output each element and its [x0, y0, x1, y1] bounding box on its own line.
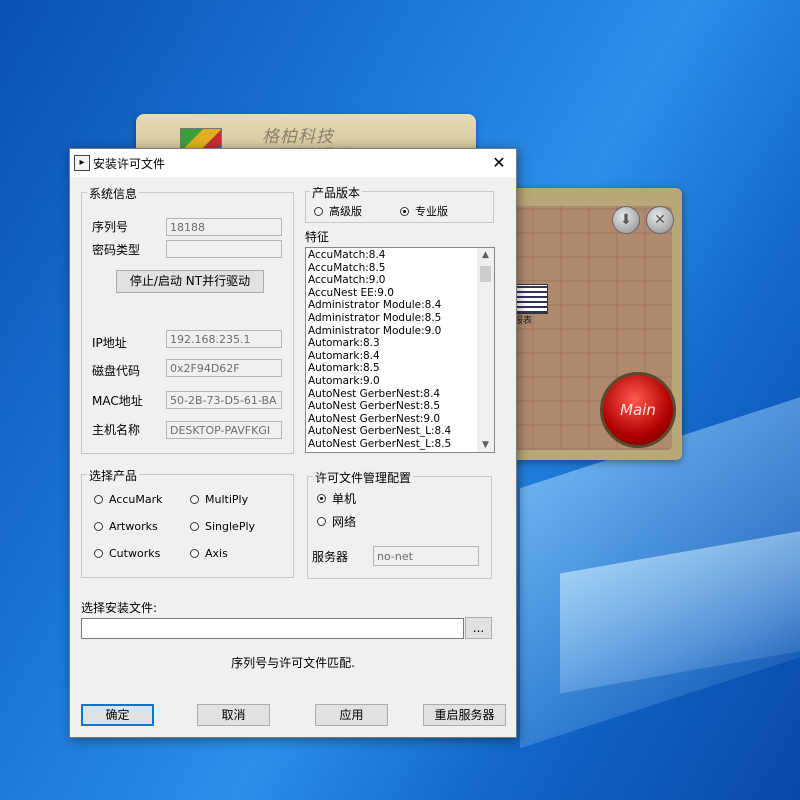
- radio-dot: [317, 517, 326, 526]
- product-artworks-radio[interactable]: Artworks: [94, 520, 158, 533]
- feature-list-item[interactable]: Administrator Module:8.5: [308, 312, 494, 325]
- feature-list-item[interactable]: AutoNest GerberNest:9.0: [308, 413, 494, 426]
- radio-dot-selected: [400, 206, 409, 216]
- ip-field: 192.168.235.1: [166, 330, 282, 348]
- feature-list-item[interactable]: Automark:8.3: [308, 337, 494, 350]
- license-network-radio[interactable]: 网络: [317, 513, 356, 530]
- radio-dot: [94, 549, 103, 558]
- version-advanced-label: 高级版: [329, 205, 362, 218]
- product-version-label: 产品版本: [310, 184, 363, 201]
- feature-list-item[interactable]: AutoNest GerberNest_L:8.5: [308, 438, 494, 451]
- feature-list-item[interactable]: Automark:9.0: [308, 375, 494, 388]
- radio-dot: [314, 206, 323, 216]
- product-multiply-label: MultiPly: [205, 493, 249, 506]
- product-artworks-label: Artworks: [109, 520, 158, 533]
- system-info-label: 系统信息: [87, 185, 140, 202]
- feature-list-item[interactable]: Automark:8.5: [308, 362, 494, 375]
- browse-button[interactable]: ...: [465, 617, 492, 639]
- feature-list-item[interactable]: Automark:8.4: [308, 350, 494, 363]
- main-button[interactable]: Main: [600, 372, 676, 448]
- install-file-input[interactable]: [81, 618, 464, 639]
- feature-list-item[interactable]: AccuMatch:8.4: [308, 249, 494, 262]
- close-button[interactable]: ✕: [488, 152, 510, 174]
- features-listbox[interactable]: AccuMatch:8.4 AccuMatch:8.5 AccuMatch:9.0 A…: [305, 247, 495, 453]
- feature-list-item[interactable]: AutoNest GerberNest:8.5: [308, 400, 494, 413]
- install-license-dialog: ▸ 安装许可文件 ✕ 系统信息 序列号 18188 密码类型 停止/启动 NT并…: [69, 148, 517, 738]
- version-professional-radio[interactable]: 专业版: [400, 203, 448, 219]
- feature-list-item[interactable]: Administrator Module:9.0: [308, 325, 494, 338]
- select-product-label: 选择产品: [87, 467, 140, 484]
- disk-code-field: 0x2F94D62F: [166, 359, 282, 377]
- apply-button[interactable]: 应用: [315, 704, 388, 726]
- scroll-up-icon[interactable]: ▲: [477, 248, 494, 262]
- password-type-label: 密码类型: [92, 243, 141, 257]
- report-icon[interactable]: [516, 284, 548, 314]
- install-file-label: 选择安装文件:: [81, 601, 158, 615]
- radio-dot-selected: [317, 494, 326, 503]
- license-standalone-label: 单机: [332, 492, 357, 506]
- features-scrollbar[interactable]: ▲ ▼: [477, 248, 494, 452]
- product-accumark-radio[interactable]: AccuMark: [94, 493, 163, 506]
- minimize-icon[interactable]: ⬇: [612, 206, 640, 234]
- close-icon[interactable]: ✕: [646, 206, 674, 234]
- desktop-light-beam: [560, 506, 800, 694]
- radio-dot: [94, 522, 103, 531]
- radio-dot: [190, 549, 199, 558]
- license-config-label: 许可文件管理配置: [313, 469, 414, 486]
- product-singleply-label: SinglePly: [205, 520, 256, 533]
- radio-dot: [94, 495, 103, 504]
- product-cutworks-label: Cutworks: [109, 547, 161, 560]
- password-type-field: [166, 240, 282, 258]
- features-list: AccuMatch:8.4 AccuMatch:8.5 AccuMatch:9.0 A…: [306, 248, 494, 451]
- feature-list-item[interactable]: AccuMatch:8.5: [308, 262, 494, 275]
- product-accumark-label: AccuMark: [109, 493, 163, 506]
- serial-field: 18188: [166, 218, 282, 236]
- app-icon: ▸: [74, 155, 90, 171]
- feature-list-item[interactable]: AccuMatch:9.0: [308, 274, 494, 287]
- feature-list-item[interactable]: Administrator Module:8.4: [308, 299, 494, 312]
- product-multiply-radio[interactable]: MultiPly: [190, 493, 248, 506]
- restart-server-button[interactable]: 重启服务器: [423, 704, 506, 726]
- launcher-title: 格柏科技: [262, 127, 334, 147]
- mac-field: 50-2B-73-D5-61-BA: [166, 391, 282, 409]
- license-standalone-radio[interactable]: 单机: [317, 490, 356, 507]
- disk-code-label: 磁盘代码: [92, 364, 141, 378]
- dialog-title: 安装许可文件: [93, 157, 166, 171]
- feature-list-item[interactable]: AccuNest EE:9.0: [308, 287, 494, 300]
- version-professional-label: 专业版: [415, 205, 448, 218]
- nt-driver-button[interactable]: 停止/启动 NT并行驱动: [116, 270, 264, 293]
- version-advanced-radio[interactable]: 高级版: [314, 203, 362, 219]
- product-cutworks-radio[interactable]: Cutworks: [94, 547, 160, 560]
- serial-label: 序列号: [92, 220, 129, 234]
- feature-list-item[interactable]: AutoNest GerberNest:8.4: [308, 388, 494, 401]
- radio-dot: [190, 495, 199, 504]
- ok-button[interactable]: 确定: [81, 704, 154, 726]
- product-axis-radio[interactable]: Axis: [190, 547, 228, 560]
- mac-label: MAC地址: [92, 394, 143, 408]
- radio-dot: [190, 522, 199, 531]
- host-label: 主机名称: [92, 423, 141, 437]
- host-field: DESKTOP-PAVFKGI: [166, 421, 282, 439]
- server-field: no-net: [373, 546, 479, 566]
- feature-list-item[interactable]: AutoNest GerberNest_L:8.4: [308, 425, 494, 438]
- ip-label: IP地址: [92, 336, 127, 350]
- product-singleply-radio[interactable]: SinglePly: [190, 520, 255, 533]
- scroll-thumb[interactable]: [480, 266, 491, 282]
- features-label: 特征: [305, 230, 330, 244]
- product-axis-label: Axis: [205, 547, 228, 560]
- title-bar: ▸ 安装许可文件 ✕: [70, 149, 516, 177]
- license-network-label: 网络: [332, 515, 357, 529]
- server-label: 服务器: [312, 550, 349, 564]
- scroll-down-icon[interactable]: ▼: [477, 438, 494, 452]
- status-message: 序列号与许可文件匹配.: [231, 656, 355, 670]
- cancel-button[interactable]: 取消: [197, 704, 270, 726]
